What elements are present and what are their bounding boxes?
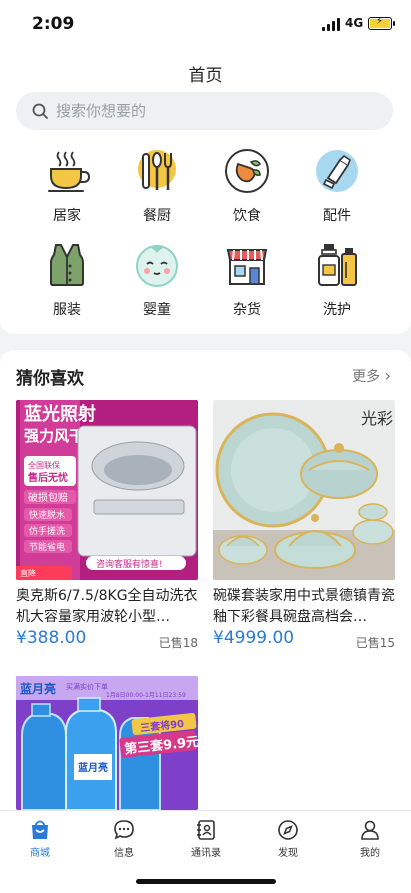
more-link[interactable]: 更多 ›: [352, 366, 391, 386]
category-label: 居家: [53, 208, 81, 224]
search-input[interactable]: [56, 92, 376, 130]
tab-label: 商城: [30, 848, 50, 859]
recommendations-card: 猜你喜欢 更多 › 蓝光照射 强力风干 全国联保 售后无忧 破损包赔 快速脱水 …: [0, 350, 411, 810]
product-card[interactable]: 光彩 碗碟套装家用中式景德镇青瓷釉下彩餐具碗盘高档会… ¥4999.00 已售1…: [213, 400, 395, 650]
tag-2: 快速脱水: [29, 509, 65, 521]
product-card[interactable]: 蓝月亮 买满实价下单 1月8日00:00-1月11日23:59 蓝月亮 三套将9…: [16, 676, 198, 810]
tab-messages[interactable]: 信息: [94, 819, 154, 859]
porcelain-set-image: 光彩: [213, 400, 395, 580]
product-price: ¥4999.00: [213, 628, 295, 648]
detergent-image: 蓝月亮 买满实价下单 1月8日00:00-1月11日23:59 蓝月亮 三套将9…: [16, 676, 198, 810]
chevron-right-icon: ›: [384, 366, 391, 385]
date-note-text: 1月8日00:00-1月11日23:59: [106, 692, 186, 699]
compass-icon: [278, 820, 298, 840]
accessory-icon: [316, 150, 358, 192]
store-icon: [226, 249, 268, 285]
tab-profile[interactable]: 我的: [340, 819, 400, 859]
product-sold: 已售18: [158, 636, 198, 650]
home-indicator: [136, 879, 276, 884]
bottles-icon: [318, 244, 357, 286]
category-home[interactable]: 居家: [22, 148, 112, 232]
brand-logo-text: 蓝月亮: [20, 681, 56, 696]
product-name: 奥克斯6/7.5/8KG全自动洗衣机大容量家用波轮小型…: [16, 588, 198, 625]
tab-label: 信息: [114, 848, 134, 859]
tag-4: 节能省电: [29, 541, 65, 553]
category-label: 配件: [323, 208, 351, 224]
category-label: 餐厨: [143, 208, 171, 224]
chat-icon: [114, 820, 134, 840]
tag-1: 破损包赔: [28, 491, 68, 504]
product-name: 碗碟套装家用中式景德镇青瓷釉下彩餐具碗盘高档会…: [213, 588, 395, 625]
banner-line-2: 强力风干: [24, 427, 84, 445]
badge-line-2: 售后无忧: [28, 471, 68, 484]
product-sold: 已售15: [355, 636, 395, 650]
product-price: ¥388.00: [16, 628, 87, 648]
calligraphy-text: 光彩: [361, 409, 393, 428]
vest-icon: [50, 244, 84, 286]
washing-machine-image: 蓝光照射 强力风干 全国联保 售后无忧 破损包赔 快速脱水 仿手搓洗 节能省电 …: [16, 400, 198, 580]
utensils-icon: [138, 150, 176, 190]
corner-text: 直降: [20, 568, 36, 578]
category-clothing[interactable]: 服装: [22, 242, 112, 326]
coffee-cup-icon: [48, 151, 90, 192]
tab-discover[interactable]: 发现: [258, 819, 318, 859]
category-grocery[interactable]: 杂货: [202, 242, 292, 326]
category-care[interactable]: 洗护: [292, 242, 382, 326]
home-header-card: 首页 居家 餐厨: [0, 48, 411, 334]
tag-3: 仿手搓洗: [29, 525, 65, 537]
product-image[interactable]: 蓝月亮 买满实价下单 1月8日00:00-1月11日23:59 蓝月亮 三套将9…: [16, 676, 198, 810]
network-type: 4G: [345, 16, 364, 30]
bottle-brand-text: 蓝月亮: [78, 761, 108, 774]
shop-bag-icon: [32, 820, 48, 839]
category-baby[interactable]: 婴童: [112, 242, 202, 326]
tab-label: 通讯录: [191, 848, 221, 859]
category-label: 服装: [53, 302, 81, 318]
badge-line-1: 全国联保: [28, 460, 60, 470]
status-time: 2:09: [32, 14, 75, 34]
tab-contacts[interactable]: 通讯录: [176, 819, 236, 859]
baby-face-icon: [136, 245, 178, 287]
signal-icon: [322, 18, 342, 31]
food-plate-icon: [225, 149, 269, 193]
category-label: 饮食: [233, 208, 261, 224]
section-title: 猜你喜欢: [16, 369, 84, 389]
status-bar: 2:09 4G ⚡: [0, 0, 411, 48]
search-bar[interactable]: [16, 92, 393, 130]
notice-text: 咨询客服有惊喜!: [96, 558, 163, 570]
tab-label: 发现: [278, 848, 298, 859]
category-label: 洗护: [323, 302, 351, 318]
battery-icon: ⚡: [368, 16, 395, 30]
category-label: 婴童: [143, 302, 171, 318]
product-image[interactable]: 蓝光照射 强力风干 全国联保 售后无忧 破损包赔 快速脱水 仿手搓洗 节能省电 …: [16, 400, 198, 580]
more-label: 更多: [352, 369, 381, 385]
search-icon: [32, 103, 48, 119]
user-icon: [361, 820, 379, 840]
tab-mall[interactable]: 商城: [10, 819, 70, 859]
category-accessory[interactable]: 配件: [292, 148, 382, 232]
tab-label: 我的: [360, 848, 380, 859]
category-label: 杂货: [233, 302, 261, 318]
category-kitchen[interactable]: 餐厨: [112, 148, 202, 232]
product-card[interactable]: 蓝光照射 强力风干 全国联保 售后无忧 破损包赔 快速脱水 仿手搓洗 节能省电 …: [16, 400, 198, 650]
page-title: 首页: [188, 66, 223, 86]
product-image[interactable]: 光彩: [213, 400, 395, 580]
category-food[interactable]: 饮食: [202, 148, 292, 232]
top-note-text: 买满实价下单: [66, 682, 108, 691]
contacts-icon: [197, 820, 215, 840]
banner-line-1: 蓝光照射: [24, 403, 96, 425]
